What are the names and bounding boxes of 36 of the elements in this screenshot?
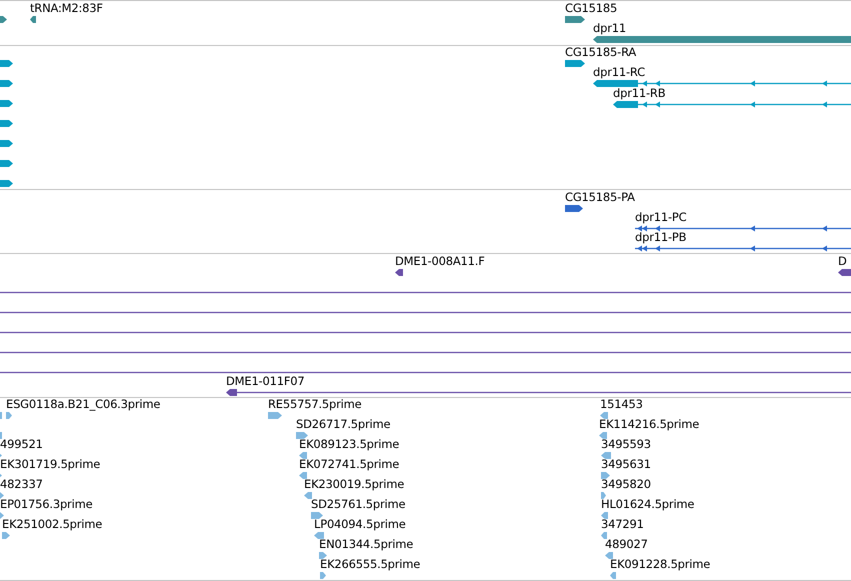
- feature-label: dpr11-RB: [613, 87, 666, 100]
- feature-label: LP04094.5prime: [314, 518, 406, 531]
- feature-label: EN01344.5prime: [319, 538, 414, 551]
- feature-label: 3495593: [601, 438, 651, 451]
- feature-label: dpr11-PC: [635, 211, 686, 224]
- feature-label: D: [838, 255, 847, 268]
- feature-label: SD25761.5prime: [311, 498, 406, 511]
- feature-label: HL01624.5prime: [601, 498, 694, 511]
- feature-label: EK089123.5prime: [299, 438, 400, 451]
- feature-label: SD26717.5prime: [296, 418, 390, 431]
- feature-label: EK230019.5prime: [304, 478, 404, 491]
- feature-label: 151453: [600, 398, 643, 411]
- feature-label: dpr11-PB: [635, 231, 686, 244]
- feature-label: dpr11: [593, 22, 626, 35]
- feature-label: DME1-011F07: [226, 375, 305, 388]
- feature-label: dpr11-RC: [593, 66, 645, 79]
- feature-label: EK301719.5prime: [0, 458, 100, 471]
- feature-label: 482337: [0, 478, 43, 491]
- feature-label: tRNA:M2:83F: [30, 2, 103, 15]
- feature-label: EK266555.5prime: [320, 558, 420, 571]
- feature-label: CG15185-RA: [565, 46, 636, 59]
- feature-label: EK114216.5prime: [599, 418, 700, 431]
- feature-label: EK251002.5prime: [2, 518, 102, 531]
- feature-label: 347291: [601, 518, 644, 531]
- feature-label: EK091228.5prime: [610, 558, 710, 571]
- feature-label: CG15185-PA: [565, 191, 635, 204]
- feature-label: CG15185: [565, 2, 618, 15]
- feature-label: 3495631: [601, 458, 651, 471]
- feature-label: 489027: [605, 538, 648, 551]
- feature-label: 3495820: [601, 478, 651, 491]
- feature-label: 499521: [0, 438, 43, 451]
- feature-label: DME1-008A11.F: [395, 255, 485, 268]
- feature-label: EP01756.3prime: [0, 498, 92, 511]
- feature-label: EK072741.5prime: [299, 458, 400, 471]
- feature-label: RE55757.5prime: [268, 398, 362, 411]
- feature-label: ESG0118a.B21_C06.3prime: [6, 398, 160, 411]
